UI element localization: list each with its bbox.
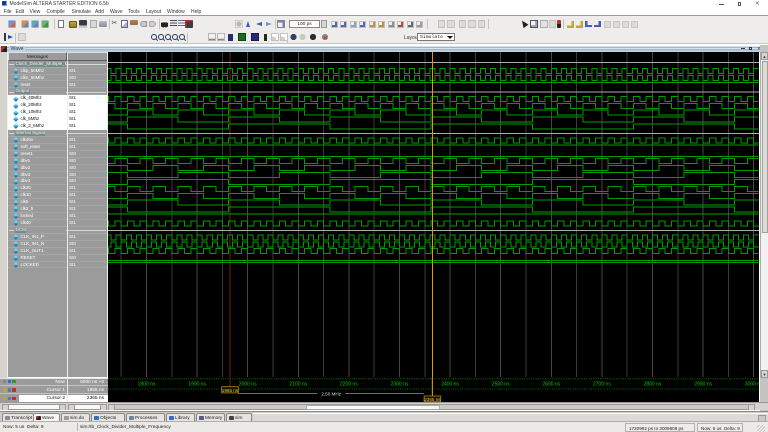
svg-text:2600 ns: 2600 ns xyxy=(542,382,560,388)
svg-text:1800 ns: 1800 ns xyxy=(138,382,156,388)
svg-text:1900 ns: 1900 ns xyxy=(188,382,206,388)
svg-text:2200 ns: 2200 ns xyxy=(340,382,358,388)
svg-text:1965 ns: 1965 ns xyxy=(222,388,239,393)
svg-text:2900 ns: 2900 ns xyxy=(694,382,712,388)
svg-text:3000 ns: 3000 ns xyxy=(745,382,759,388)
svg-text:2000 ns: 2000 ns xyxy=(239,382,257,388)
svg-text:2800 ns: 2800 ns xyxy=(644,382,662,388)
svg-text:2400 ns: 2400 ns xyxy=(441,382,459,388)
svg-text:2500 ns: 2500 ns xyxy=(492,382,510,388)
svg-text:2300 ns: 2300 ns xyxy=(391,382,409,388)
svg-text:2.50 MHz: 2.50 MHz xyxy=(321,392,341,397)
svg-text:2100 ns: 2100 ns xyxy=(289,382,307,388)
svg-text:2700 ns: 2700 ns xyxy=(593,382,611,388)
